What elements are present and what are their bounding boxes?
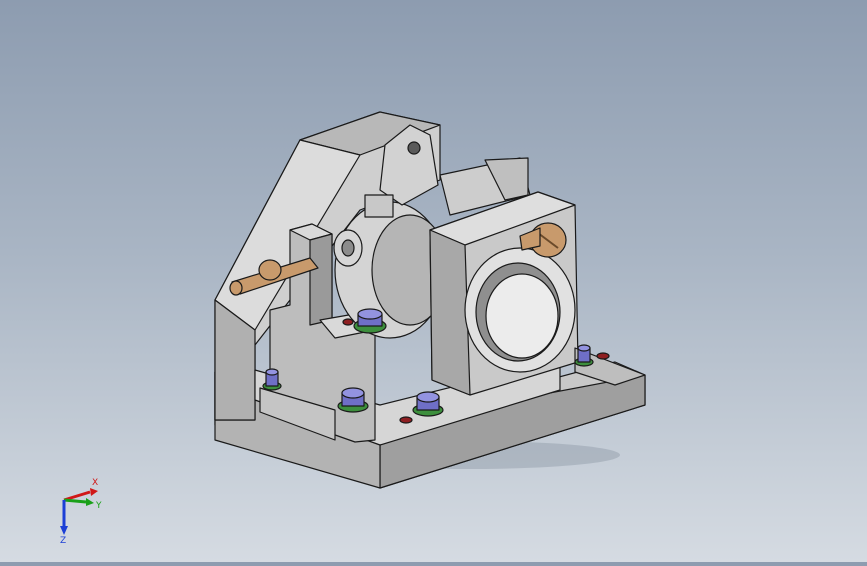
y-arrow-head	[86, 498, 94, 506]
bolt-5	[574, 344, 594, 367]
bolt-4	[262, 368, 282, 391]
z-arrow-head	[60, 526, 68, 535]
model-view[interactable]	[0, 0, 867, 562]
view-orientation-triad[interactable]: X Y Z	[46, 472, 116, 546]
x-arrow-head	[90, 488, 98, 496]
bolt-2	[337, 387, 369, 413]
y-axis-label: Y	[95, 501, 102, 511]
graphics-viewport[interactable]	[0, 0, 867, 562]
bearing-plate	[429, 191, 579, 396]
y-axis-arrow	[63, 498, 87, 504]
bolt-3	[412, 391, 444, 417]
x-axis-label: X	[92, 478, 98, 488]
bolt-1	[353, 308, 387, 334]
z-axis-label: Z	[60, 536, 66, 544]
